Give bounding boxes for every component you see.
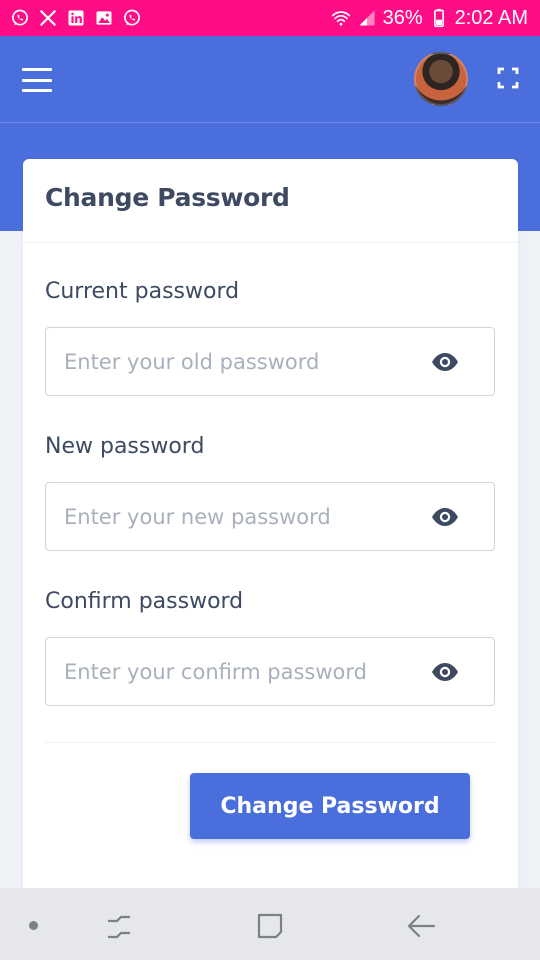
header-divider — [0, 122, 540, 123]
notification-icons — [10, 8, 142, 28]
dot-icon[interactable] — [29, 921, 38, 930]
card-header-divider — [23, 242, 518, 243]
new-password-input[interactable] — [64, 483, 414, 550]
signal-icon — [359, 10, 375, 26]
page-title: Change Password — [45, 183, 290, 212]
gallery-icon — [94, 8, 114, 28]
hamburger-menu-icon[interactable] — [22, 68, 52, 92]
x-icon — [38, 8, 58, 28]
confirm-password-label: Confirm password — [45, 589, 244, 614]
current-password-field — [45, 327, 495, 396]
system-status: 36% 2:02 AM — [331, 7, 528, 30]
home-icon[interactable] — [256, 912, 284, 940]
status-bar: 36% 2:02 AM — [0, 0, 540, 36]
change-password-card: Change Password Current password New pas… — [23, 159, 518, 899]
confirm-password-input[interactable] — [64, 638, 414, 705]
eye-icon[interactable] — [431, 507, 459, 527]
recents-icon[interactable] — [104, 912, 134, 942]
battery-icon — [433, 8, 444, 28]
new-password-field — [45, 482, 495, 551]
android-nav-bar — [0, 888, 540, 960]
whatsapp-icon — [10, 8, 30, 28]
wifi-icon — [331, 11, 350, 26]
eye-icon[interactable] — [431, 352, 459, 372]
eye-icon[interactable] — [431, 662, 459, 682]
card-footer-divider — [45, 742, 495, 743]
current-password-label: Current password — [45, 279, 240, 304]
battery-percentage: 36% — [382, 6, 423, 29]
whatsapp-icon — [122, 8, 142, 28]
clock: 2:02 AM — [454, 6, 528, 29]
change-password-button[interactable]: Change Password — [190, 773, 470, 839]
back-icon[interactable] — [406, 912, 436, 940]
current-password-input[interactable] — [64, 328, 414, 395]
linkedin-icon — [66, 8, 86, 28]
fullscreen-icon[interactable] — [496, 66, 520, 90]
avatar[interactable] — [414, 52, 468, 106]
new-password-label: New password — [45, 434, 205, 459]
confirm-password-field — [45, 637, 495, 706]
